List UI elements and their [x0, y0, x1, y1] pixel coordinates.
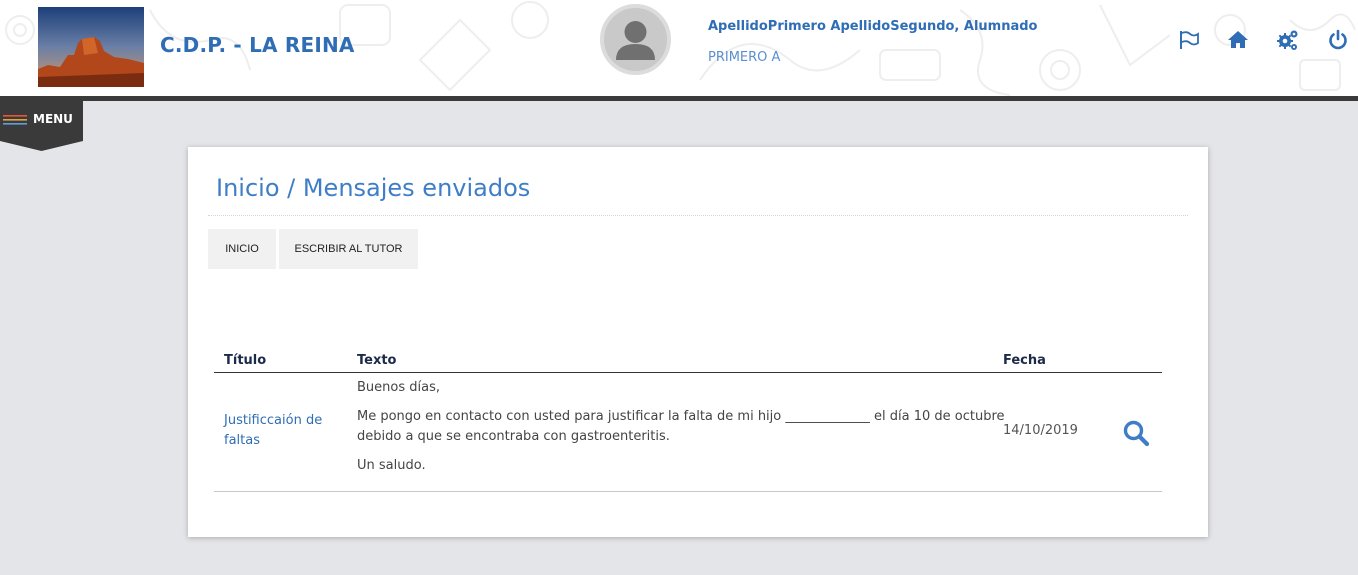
breadcrumb-divider [208, 215, 1188, 216]
settings-icon[interactable] [1276, 28, 1300, 52]
school-name: C.D.P. - LA REINA [160, 33, 355, 57]
inicio-button[interactable]: INICIO [208, 229, 276, 269]
message-title-link[interactable]: Justificcaión de faltas [224, 411, 334, 451]
menu-button[interactable] [0, 101, 83, 151]
escribir-tutor-button[interactable]: ESCRIBIR AL TUTOR [279, 229, 418, 269]
user-group: PRIMERO A [708, 50, 781, 65]
column-header-texto: Texto [357, 353, 397, 368]
school-logo [38, 7, 144, 87]
main-panel: Inicio / Mensajes enviados INICIO ESCRIB… [188, 147, 1208, 537]
message-text-line: Buenos días, [357, 380, 440, 395]
header-divider [0, 96, 1358, 101]
flag-icon[interactable] [1177, 28, 1201, 52]
user-avatar [600, 4, 671, 75]
menu-icon[interactable] [3, 114, 27, 126]
column-header-titulo: Título [224, 353, 267, 368]
message-text-line: Un saludo. [357, 458, 426, 473]
menu-label[interactable]: MENU [33, 112, 73, 126]
table-header-divider [214, 372, 1162, 373]
home-icon[interactable] [1226, 28, 1250, 52]
user-name: ApellidoPrimero ApellidoSegundo, Alumnad… [708, 19, 1038, 34]
message-date: 14/10/2019 [1003, 423, 1078, 438]
breadcrumb: Inicio / Mensajes enviados [216, 174, 531, 202]
table-row-divider [214, 491, 1162, 492]
search-icon[interactable] [1122, 419, 1150, 447]
message-text-line: Me pongo en contacto con usted para just… [357, 409, 1005, 424]
power-icon[interactable] [1326, 28, 1350, 52]
message-text-line: debido a que se encontraba con gastroent… [357, 429, 670, 444]
column-header-fecha: Fecha [1003, 353, 1046, 368]
header: C.D.P. - LA REINA ApellidoPrimero Apelli… [0, 0, 1358, 97]
